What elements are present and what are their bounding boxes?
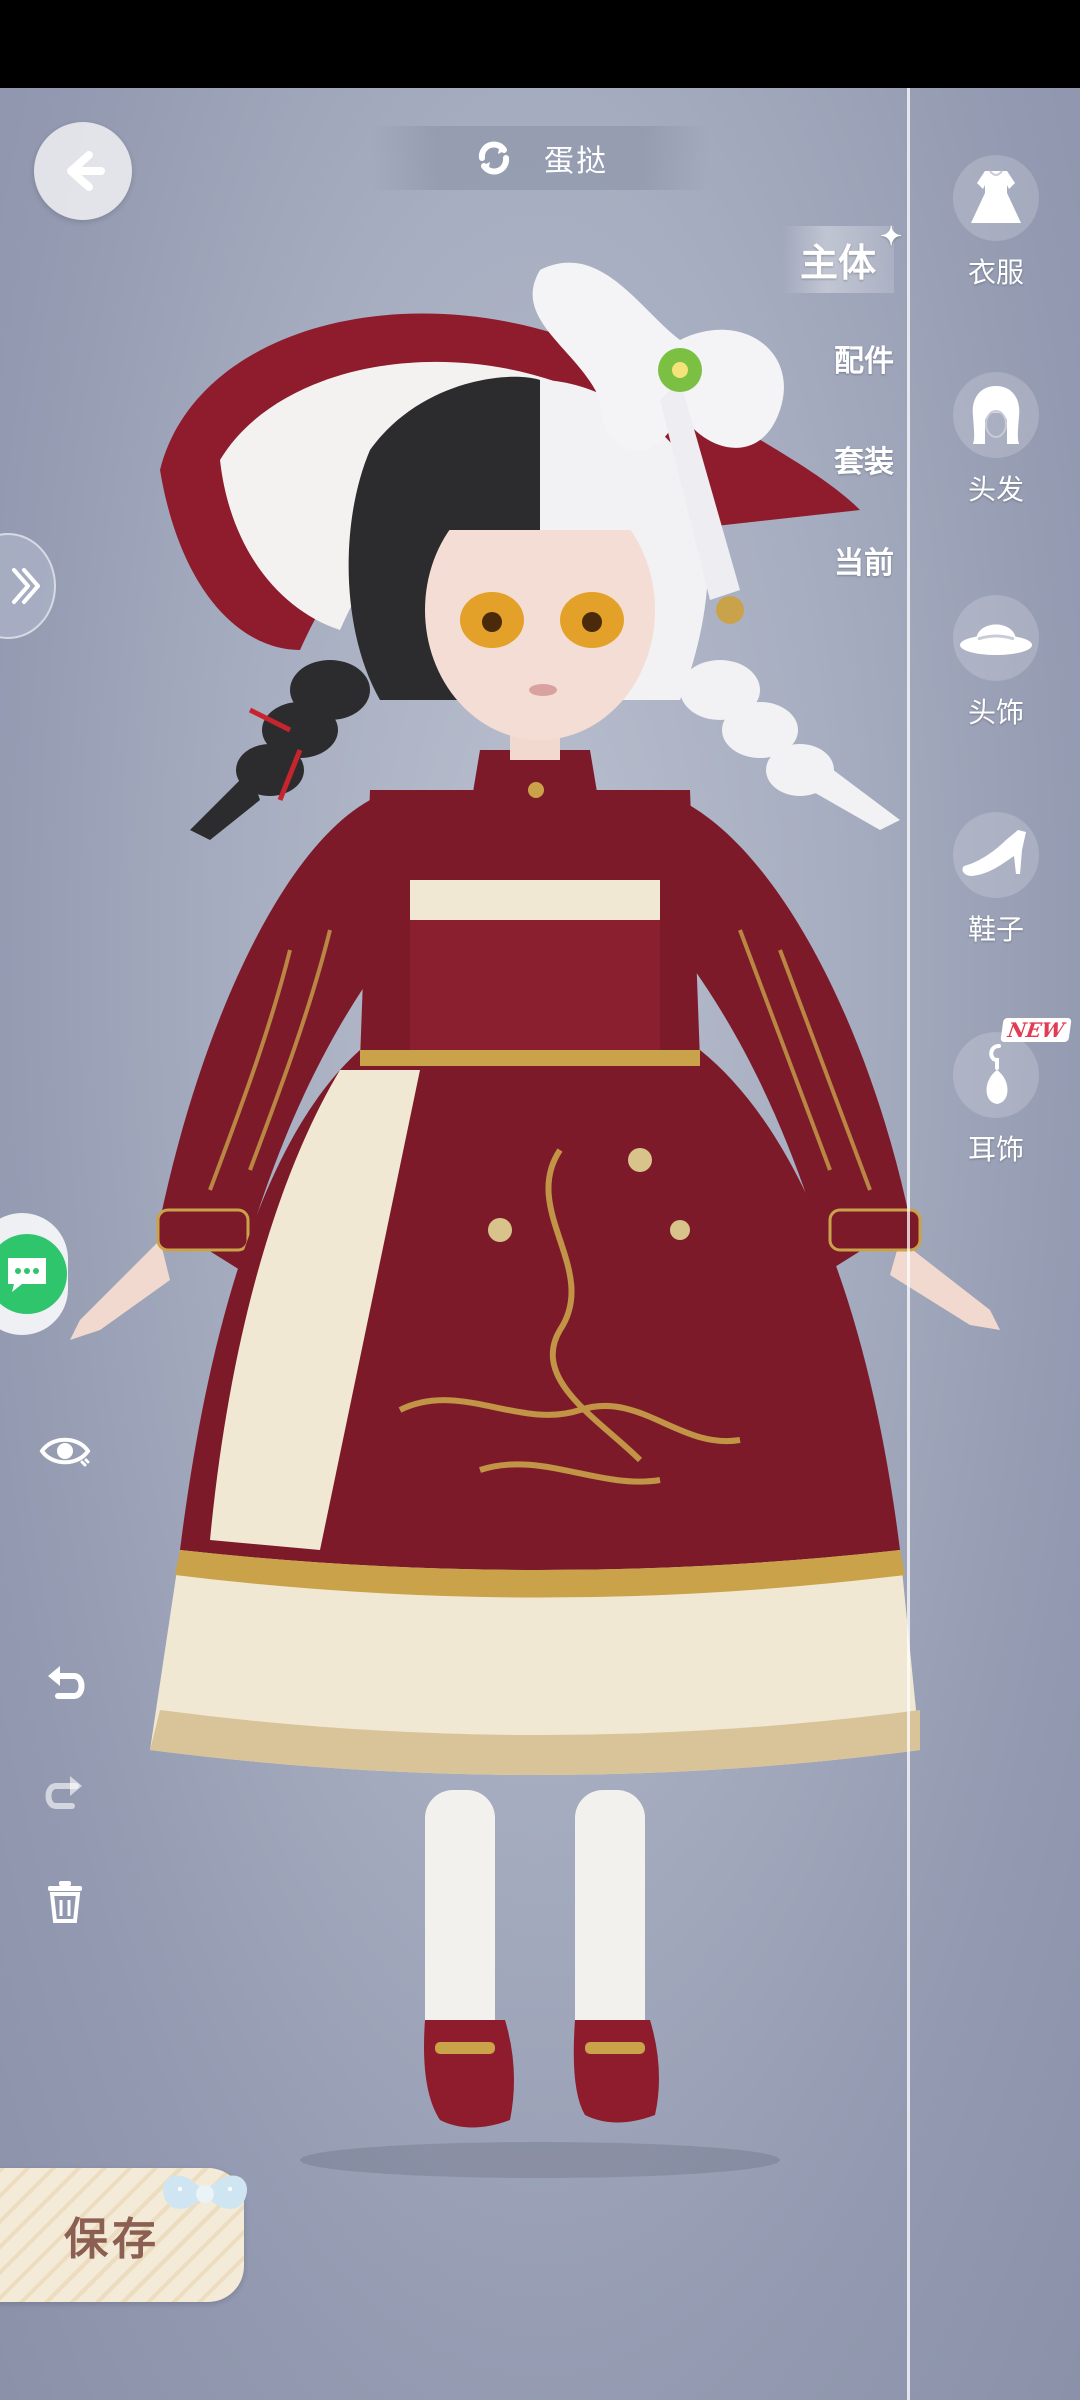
tab-current[interactable]: 当前 <box>834 538 894 582</box>
tab-main[interactable]: 主体 ✦ <box>781 222 902 293</box>
hair-icon <box>953 372 1039 458</box>
side-item-clothes-label: 衣服 <box>967 256 1024 289</box>
outfit-name-bar[interactable]: 蛋挞 <box>370 126 710 190</box>
outfit-name: 蛋挞 <box>544 144 608 179</box>
tab-accessories[interactable]: 配件 <box>834 336 894 380</box>
undo-button[interactable] <box>38 1656 92 1710</box>
arrow-left-icon <box>67 151 105 191</box>
refresh-icon[interactable] <box>472 136 516 180</box>
dress-icon <box>953 155 1039 241</box>
delete-button[interactable] <box>38 1874 92 1928</box>
character-preview[interactable] <box>40 230 1040 2190</box>
side-item-hair[interactable]: 头发 <box>944 372 1048 508</box>
new-badge: NEW <box>1000 1018 1072 1042</box>
side-item-headwear[interactable]: 头饰 <box>944 595 1048 731</box>
dressup-screen: 蛋挞 主体 ✦ 配件 套装 当前 衣服 头发 头饰 鞋子 NEW 耳饰 保存 <box>0 0 1080 2400</box>
redo-icon <box>45 1776 82 1809</box>
redo-button[interactable] <box>38 1766 92 1820</box>
side-item-shoes-label: 鞋子 <box>967 913 1024 946</box>
side-item-earrings[interactable]: NEW 耳饰 <box>944 1018 1072 1168</box>
undo-icon <box>48 1666 85 1699</box>
side-item-earrings-label: 耳饰 <box>967 1133 1024 1166</box>
back-button[interactable] <box>34 122 132 220</box>
tab-main-label: 主体 <box>799 240 876 285</box>
hat-icon <box>953 595 1039 681</box>
bow-decoration-icon <box>163 2175 247 2209</box>
chat-button[interactable] <box>0 1213 68 1335</box>
earring-icon <box>953 1032 1039 1118</box>
save-label: 保存 <box>64 2214 160 2265</box>
trash-icon <box>48 1881 82 1923</box>
tab-accessories-label: 配件 <box>834 344 894 379</box>
panel-divider <box>907 88 910 2400</box>
eye-icon <box>39 1437 91 1467</box>
double-chevron-right-icon <box>12 568 40 604</box>
side-item-shoes[interactable]: 鞋子 <box>944 812 1048 948</box>
tab-sets-label: 套装 <box>834 445 894 480</box>
shoe-icon <box>953 812 1039 898</box>
side-item-hair-label: 头发 <box>967 473 1024 506</box>
sparkle-icon: ✦ <box>880 222 902 252</box>
tab-sets[interactable]: 套装 <box>834 437 894 481</box>
status-bar <box>0 0 1080 88</box>
toggle-view-button[interactable] <box>38 1424 92 1478</box>
side-item-headwear-label: 头饰 <box>967 696 1024 729</box>
side-item-clothes[interactable]: 衣服 <box>944 155 1048 291</box>
tab-current-label: 当前 <box>834 546 894 581</box>
chat-bubble-icon <box>0 1234 67 1314</box>
